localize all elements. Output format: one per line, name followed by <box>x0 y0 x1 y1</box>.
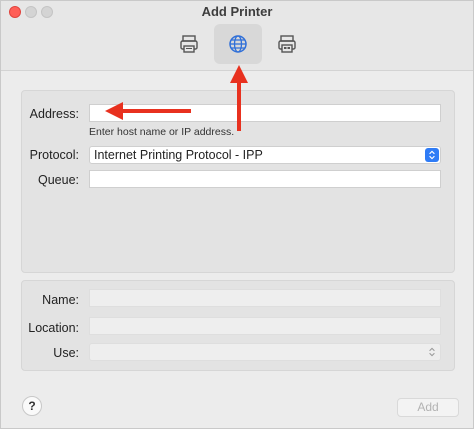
windows-printers-tab[interactable] <box>263 24 311 64</box>
name-label: Name: <box>42 293 79 307</box>
add-button[interactable]: Add <box>397 398 459 417</box>
queue-input[interactable] <box>89 170 441 188</box>
location-input[interactable] <box>89 317 441 335</box>
ip-printer-tab[interactable] <box>214 24 262 64</box>
globe-icon <box>229 35 247 53</box>
address-hint: Enter host name or IP address. <box>89 126 235 138</box>
annotation-arrow-left-icon <box>105 102 191 120</box>
window-title: Add Printer <box>201 4 273 19</box>
titlebar: Add Printer <box>1 1 473 71</box>
default-printers-tab[interactable] <box>165 24 213 64</box>
annotation-arrow-up-icon <box>230 65 248 131</box>
use-label: Use: <box>53 346 79 360</box>
name-input[interactable] <box>89 289 441 307</box>
address-label: Address: <box>29 107 79 121</box>
location-label: Location: <box>28 321 79 335</box>
help-button[interactable]: ? <box>22 396 42 416</box>
chevron-up-down-icon <box>425 148 439 162</box>
protocol-value: Internet Printing Protocol - IPP <box>94 148 263 162</box>
protocol-label: Protocol: <box>29 148 79 162</box>
printer-icon <box>180 35 198 53</box>
chevron-up-down-icon <box>425 345 439 359</box>
add-printer-window: Add Printer Address: Enter host name or … <box>0 0 474 429</box>
protocol-select[interactable]: Internet Printing Protocol - IPP <box>89 146 441 164</box>
queue-label: Queue: <box>37 173 79 187</box>
use-select[interactable] <box>89 343 441 361</box>
windows-printer-icon <box>278 35 296 53</box>
